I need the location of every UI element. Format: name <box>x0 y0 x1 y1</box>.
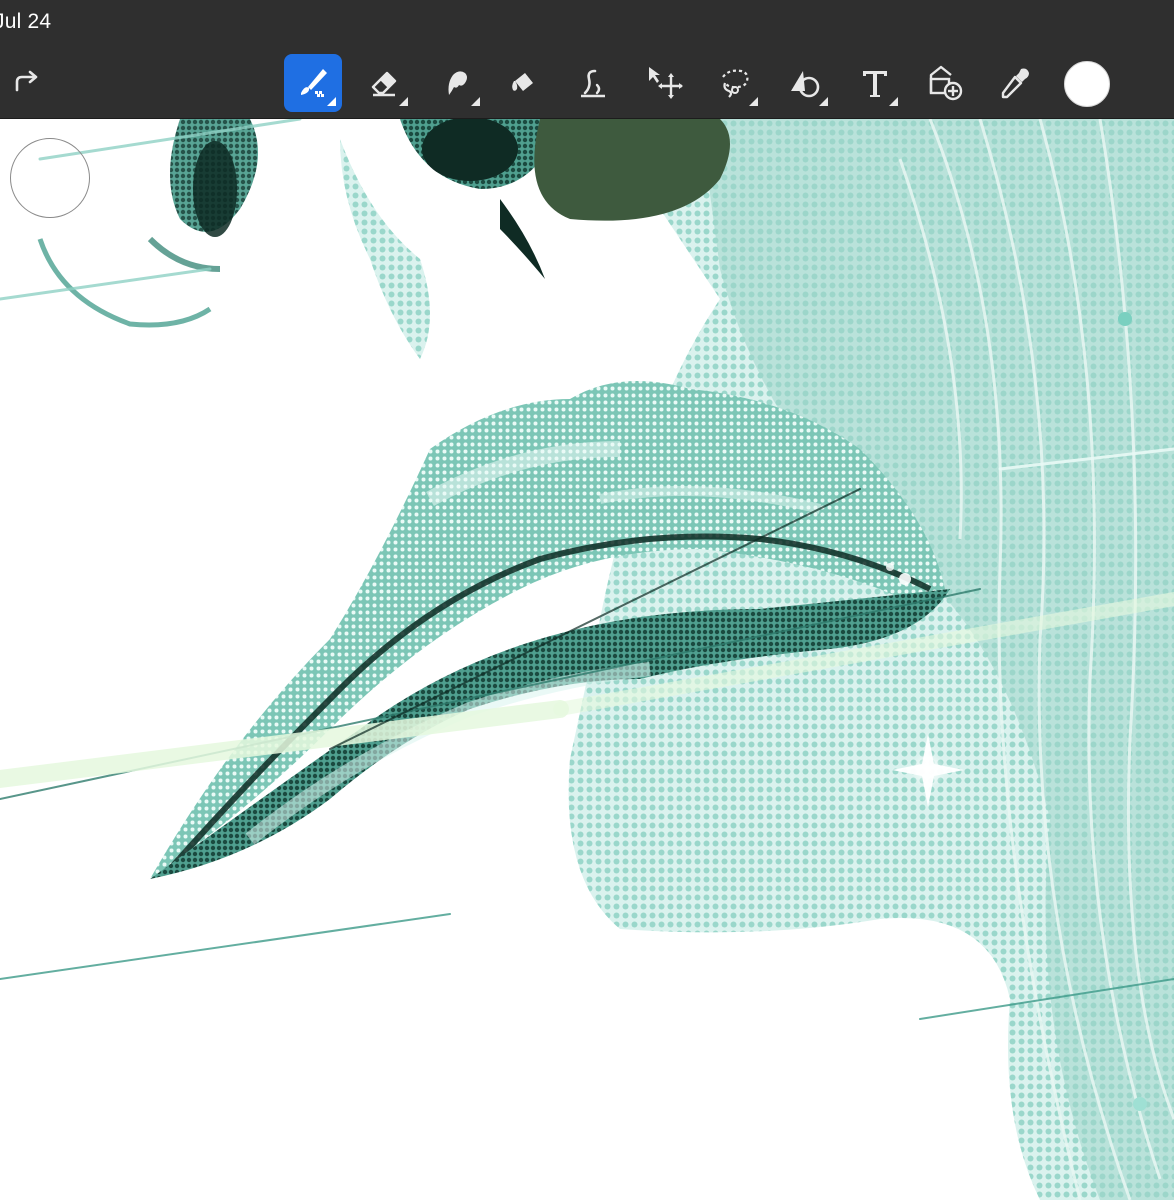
tool-fill[interactable] <box>494 54 552 112</box>
tool-smudge[interactable] <box>428 54 486 112</box>
tool-options-corner <box>889 97 898 106</box>
artwork <box>0 119 1174 1200</box>
eyedropper-icon <box>1001 68 1029 99</box>
brush-size-cursor <box>10 138 90 218</box>
redo-button[interactable] <box>6 60 50 104</box>
tool-import[interactable] <box>916 54 974 112</box>
tool-eyedropper[interactable] <box>986 54 1044 112</box>
tool-options-corner <box>471 97 480 106</box>
tool-paint[interactable] <box>284 54 342 112</box>
drawing-canvas[interactable] <box>0 119 1174 1200</box>
tool-options-corner <box>327 97 336 106</box>
top-toolbar: Jul 24 <box>0 0 1174 119</box>
move-arrows-icon <box>649 67 683 99</box>
drawing-app: Jul 24 <box>0 0 1174 1200</box>
liquify-icon <box>581 69 605 98</box>
tool-options-corner <box>819 97 828 106</box>
tool-transform[interactable] <box>634 54 692 112</box>
redo-arrow-icon <box>15 70 38 92</box>
paint-bucket-icon <box>512 73 533 91</box>
tool-liquify[interactable] <box>564 54 622 112</box>
image-import-icon <box>929 65 963 101</box>
tool-options-corner <box>399 97 408 106</box>
tool-erase[interactable] <box>356 54 414 112</box>
tool-selection[interactable] <box>706 54 764 112</box>
current-color-swatch[interactable] <box>1064 61 1110 107</box>
status-date: Jul 24 <box>0 10 52 33</box>
tool-shape[interactable] <box>776 54 834 112</box>
tool-options-corner <box>749 97 758 106</box>
tool-text[interactable] <box>846 54 904 112</box>
